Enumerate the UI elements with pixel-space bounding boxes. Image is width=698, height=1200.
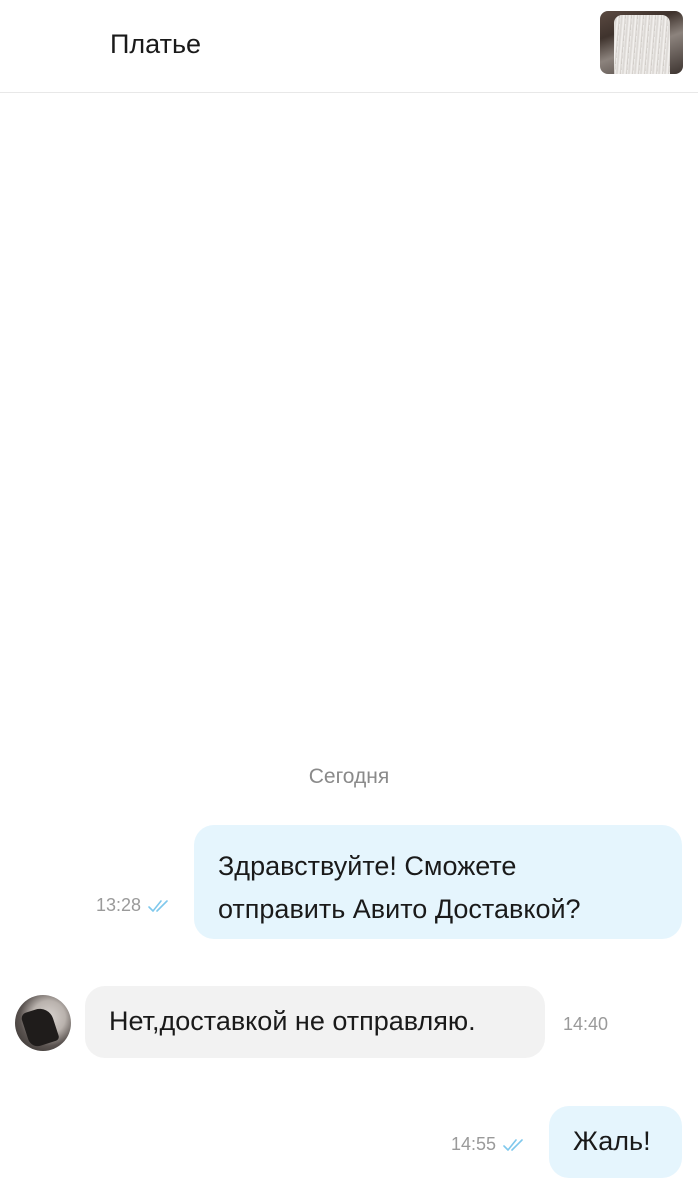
message-text-line: Здравствуйте! Сможете [218, 851, 517, 881]
message-meta: 14:55 [451, 1134, 528, 1155]
date-separator: Сегодня [308, 765, 390, 788]
message-text-line: отправить Авито Доставкой? [218, 894, 581, 924]
chat-header: Платье [0, 0, 698, 93]
outgoing-message-bubble[interactable]: Здравствуйте! Сможете отправить Авито До… [194, 825, 682, 939]
incoming-message-bubble[interactable]: Нет,доставкой не отправляю. [85, 986, 545, 1058]
message-text-line: Жаль! [573, 1126, 651, 1156]
message-meta: 14:40 [563, 1014, 608, 1035]
message-meta: 13:28 [96, 895, 173, 916]
message-time: 14:40 [563, 1014, 609, 1034]
chat-title[interactable]: Платье [110, 26, 201, 62]
avatar-image [20, 1005, 60, 1049]
chat-screen: Платье Сегодня 13:28 Здравствуйте! Сможе… [0, 0, 698, 1200]
read-check-icon [148, 899, 168, 912]
item-thumbnail[interactable] [600, 11, 683, 74]
read-check-icon [503, 1138, 523, 1151]
dress-image [614, 15, 670, 74]
outgoing-message-bubble[interactable]: Жаль! [549, 1106, 682, 1178]
sender-avatar[interactable] [15, 995, 71, 1051]
message-time: 13:28 [96, 895, 142, 915]
message-time: 14:55 [451, 1134, 497, 1154]
message-text-line: Нет,доставкой не отправляю. [109, 1006, 476, 1036]
